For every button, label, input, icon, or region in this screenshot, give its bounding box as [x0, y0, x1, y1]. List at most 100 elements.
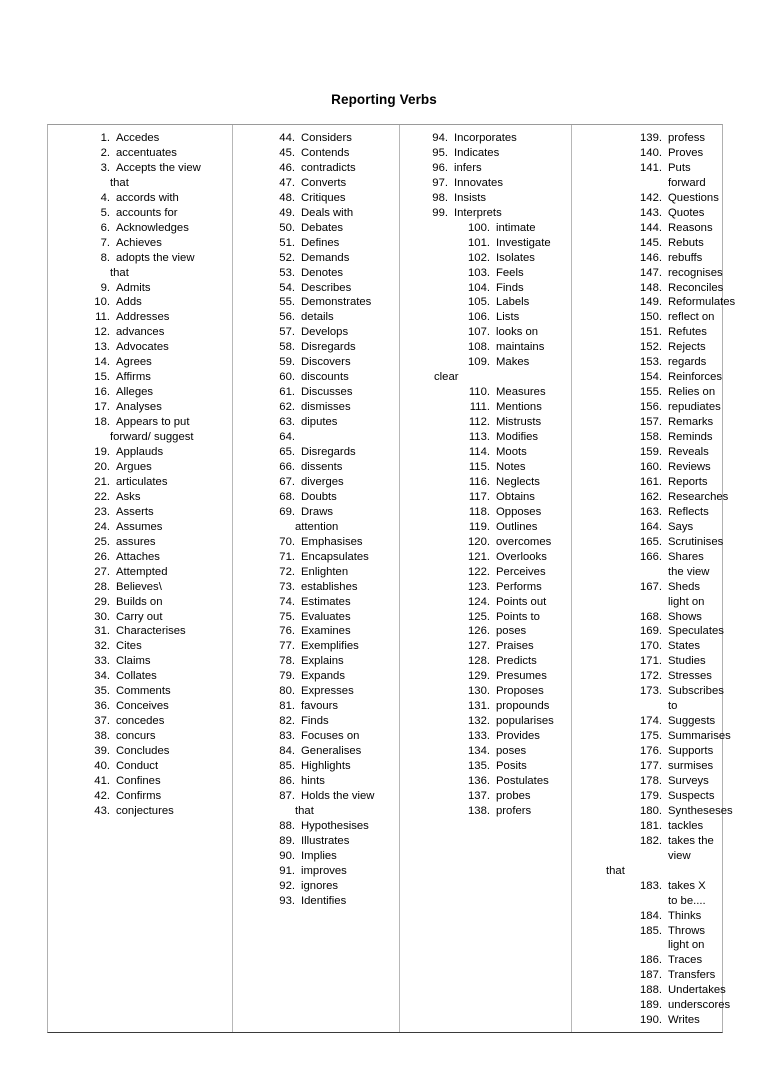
document-page: Reporting Verbs 1. Accedes 2. accentuates 3.…: [0, 0, 768, 1087]
verb-list-item: 80. Expresses: [237, 684, 395, 699]
verb-list-item: 27. Attempted: [52, 565, 228, 580]
verb-label: Attempted: [116, 565, 168, 578]
verb-label: Innovates: [454, 176, 503, 189]
verb-number: 37.: [94, 715, 110, 728]
verb-label: Reconciles: [668, 281, 724, 294]
verb-label: assures: [116, 535, 156, 548]
verb-list-2: 44. Considers 45. Contends 46. contradicts 47.…: [237, 131, 395, 909]
verb-list-item: 33. Claims: [52, 654, 228, 669]
verb-label: Builds on: [116, 595, 163, 608]
verb-list-item: 98. Insists: [404, 191, 567, 206]
verb-label: profers: [496, 804, 532, 817]
verb-list-item: 35. Comments: [52, 684, 228, 699]
verb-number: 164.: [640, 520, 662, 533]
verb-list-item: 118. Opposes: [404, 505, 567, 520]
verb-list-item: 99. Interprets: [404, 206, 567, 221]
verb-number: 29.: [94, 595, 110, 608]
verb-number: 81.: [279, 700, 295, 713]
verb-list-item: 90. Implies: [237, 849, 395, 864]
verb-number: 165.: [640, 535, 662, 548]
verb-list-item: 20. Argues: [52, 460, 228, 475]
verb-list-item: 144. Reasons: [576, 221, 718, 236]
verb-list-item: 169. Speculates: [576, 624, 724, 639]
verb-label-continuation: that: [295, 804, 314, 817]
verb-label: accords with: [116, 191, 179, 204]
verb-number: 107.: [468, 326, 490, 339]
verb-number: 33.: [94, 655, 110, 668]
verb-list-item: 47. Converts: [237, 176, 395, 191]
verb-label: Questions: [668, 191, 719, 204]
verb-list-item: 94. Incorporates: [404, 131, 567, 146]
verb-label: Performs: [496, 580, 542, 593]
verb-list-item: 14. Agrees: [52, 355, 228, 370]
verb-number: 54.: [279, 281, 295, 294]
verb-label: Proves: [668, 146, 704, 159]
verb-list-item: 59. Discovers: [237, 355, 395, 370]
verb-label: Shares the view: [668, 550, 710, 578]
verb-number: 166.: [640, 550, 662, 563]
page-title: Reporting Verbs: [331, 92, 437, 107]
verb-label: Refutes: [668, 326, 707, 339]
verb-label: Develops: [301, 326, 349, 339]
verb-number: 41.: [94, 774, 110, 787]
verb-list-item: 70. Emphasises: [237, 535, 395, 550]
verb-list-item: 91. improves: [237, 864, 395, 879]
verb-number: 114.: [468, 446, 490, 459]
verb-label: discounts: [301, 371, 349, 384]
verb-number: 132.: [468, 715, 490, 728]
verb-label: concedes: [116, 715, 165, 728]
verb-number: 131.: [468, 700, 490, 713]
verb-label: Reveals: [668, 446, 709, 459]
verb-list-item: 133. Provides: [404, 729, 567, 744]
verb-label: Makes: [496, 356, 530, 369]
verb-list-item: 61. Discusses: [237, 385, 395, 400]
verb-label: dismisses: [301, 401, 351, 414]
verb-number: 133.: [468, 730, 490, 743]
verb-list-item: 113. Modifies: [404, 430, 567, 445]
verb-label: Predicts: [496, 655, 537, 668]
verb-number: 178.: [640, 774, 662, 787]
verb-number: 181.: [640, 819, 662, 832]
verb-list-item: 140. Proves: [576, 146, 718, 161]
verb-list-item: 102. Isolates: [404, 251, 567, 266]
verb-label: Supports: [668, 745, 714, 758]
verb-number: 30.: [94, 610, 110, 623]
verb-number: 142.: [640, 191, 662, 204]
verb-number: 102.: [468, 251, 490, 264]
verb-list-item: 180. Syntheseses: [576, 804, 733, 819]
verb-number: 7.: [100, 236, 110, 249]
verb-number: 174.: [640, 715, 662, 728]
verb-label: Lists: [496, 311, 520, 324]
verb-label: Focuses on: [301, 730, 360, 743]
verb-list-item: 151. Refutes: [576, 325, 718, 340]
verb-label: Moots: [496, 446, 527, 459]
verb-list-item: 105. Labels: [404, 295, 567, 310]
verb-label: Reformulates: [668, 296, 736, 309]
verb-list-item: 160. Reviews: [576, 460, 718, 475]
verb-label: Opposes: [496, 505, 542, 518]
verb-list-item: 184. Thinks: [576, 909, 718, 924]
verb-list-item: 38. concurs: [52, 729, 228, 744]
verb-label: dissents: [301, 460, 343, 473]
verb-number: 91.: [279, 864, 295, 877]
verb-number: 43.: [94, 804, 110, 817]
verb-number: 70.: [279, 535, 295, 548]
verb-label: Reminds: [668, 431, 713, 444]
verb-label: Proposes: [496, 685, 544, 698]
verb-number: 138.: [468, 804, 490, 817]
verb-list-item: 189. underscores: [576, 998, 730, 1013]
verb-number: 103.: [468, 266, 490, 279]
verb-label: diputes: [301, 416, 338, 429]
verb-label: Demands: [301, 251, 350, 264]
verb-label: takes X to be....: [668, 879, 706, 907]
verb-number: 83.: [279, 730, 295, 743]
verb-number: 136.: [468, 774, 490, 787]
verb-number: 96.: [432, 161, 448, 174]
verb-label: Confirms: [116, 789, 162, 802]
verb-number: 57.: [279, 326, 295, 339]
verb-number: 124.: [468, 595, 490, 608]
verb-list-item: 7. Achieves: [52, 236, 228, 251]
table-column-1: 1. Accedes 2. accentuates 3. Accepts the view…: [48, 125, 233, 1033]
verb-list-item: 89. Illustrates: [237, 834, 395, 849]
verb-list-item: 137. probes: [404, 789, 567, 804]
